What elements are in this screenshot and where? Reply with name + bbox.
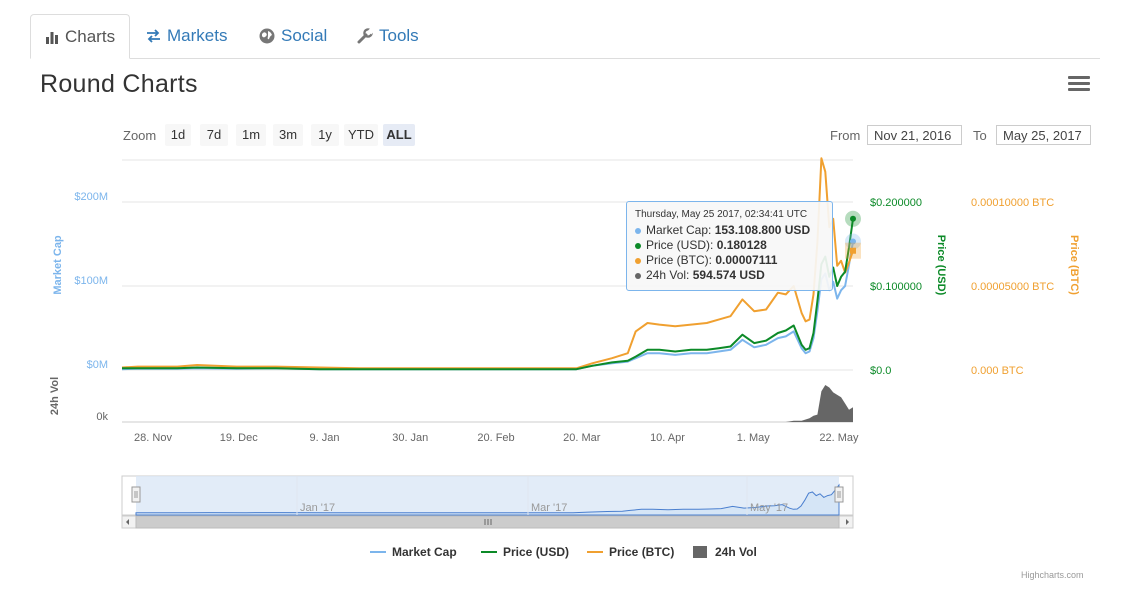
axis-title-market-cap: Market Cap [52, 235, 64, 295]
axis-title-price-usd: Price (USD) [935, 235, 947, 296]
navigator-handle[interactable] [834, 486, 844, 503]
x-tick-label: 9. Jan [310, 432, 340, 444]
series-area-24h-vol [122, 385, 853, 422]
y-tick-label-price-btc: 0.00005000 BTC [971, 281, 1054, 293]
axis-title-volume: 24h Vol [49, 377, 61, 415]
legend-24h-vol[interactable]: 24h Vol [693, 545, 757, 559]
y-tick-label-volume: 0k [96, 411, 108, 423]
hover-point-price-usd [850, 215, 856, 222]
y-tick-label-price-btc: 0.00010000 BTC [971, 197, 1054, 209]
y-tick-label-price-usd: $0.100000 [870, 281, 922, 293]
tooltip-label: 24h Vol: [646, 268, 690, 282]
x-tick-label: 19. Dec [220, 432, 258, 444]
y-tick-label-market-cap: $200M [74, 191, 108, 203]
navigator-label: Mar '17 [531, 502, 567, 514]
legend-market-cap[interactable]: Market Cap [370, 545, 457, 559]
y-tick-label-price-btc: 0.000 BTC [971, 365, 1024, 377]
legend-price-btc[interactable]: Price (BTC) [587, 545, 674, 559]
tooltip-row-market-cap: Market Cap: 153.108.800 USD [635, 223, 824, 238]
legend-label: Price (BTC) [609, 545, 675, 559]
credits-link[interactable]: Highcharts.com [1021, 570, 1084, 580]
legend-label: 24h Vol [715, 545, 757, 559]
tooltip-row-volume: 24h Vol: 594.574 USD [635, 268, 824, 283]
tooltip-row-price-btc: Price (BTC): 0.00007111 [635, 253, 824, 268]
navigator-label: May '17 [750, 502, 788, 514]
tooltip-value: 153.108.800 USD [714, 223, 811, 237]
tooltip-value: 0.00007111 [715, 253, 778, 267]
tooltip-value: 0.180128 [716, 238, 767, 252]
tooltip-value: 594.574 USD [692, 268, 765, 282]
tooltip-header: Thursday, May 25 2017, 02:34:41 UTC [635, 209, 808, 220]
navigator-label: Jan '17 [300, 502, 335, 514]
legend-label: Market Cap [392, 545, 457, 559]
y-tick-label-market-cap: $0M [87, 359, 108, 371]
x-tick-label: 20. Mar [563, 432, 601, 444]
hover-point-price-btc [850, 247, 856, 254]
tooltip-label: Price (USD): [646, 238, 714, 252]
chart-legend: Market Cap Price (USD) Price (BTC) 24h V… [0, 545, 1123, 561]
tooltip-label: Price (BTC): [646, 253, 712, 267]
chart-tooltip: Thursday, May 25 2017, 02:34:41 UTC Mark… [626, 201, 833, 291]
y-tick-label-price-usd: $0.200000 [870, 197, 922, 209]
x-tick-label: 10. Apr [650, 432, 685, 444]
y-tick-label-market-cap: $100M [74, 275, 108, 287]
navigator-handle[interactable] [131, 486, 141, 503]
tooltip-row-price-usd: Price (USD): 0.180128 [635, 238, 824, 253]
chart-canvas: $0M $100M $200M $0.0 $0.100000 $0.200000 0.000… [49, 157, 1080, 529]
legend-label: Price (USD) [503, 545, 570, 559]
y-tick-label-price-usd: $0.0 [870, 365, 891, 377]
x-tick-label: 30. Jan [392, 432, 428, 444]
legend-price-usd[interactable]: Price (USD) [481, 545, 569, 559]
axis-title-price-btc: Price (BTC) [1068, 235, 1080, 295]
x-tick-label: 28. Nov [134, 432, 172, 444]
x-tick-label: 1. May [737, 432, 771, 444]
x-tick-label: 22. May [819, 432, 859, 444]
x-tick-label: 20. Feb [477, 432, 514, 444]
tooltip-label: Market Cap: [646, 223, 712, 237]
